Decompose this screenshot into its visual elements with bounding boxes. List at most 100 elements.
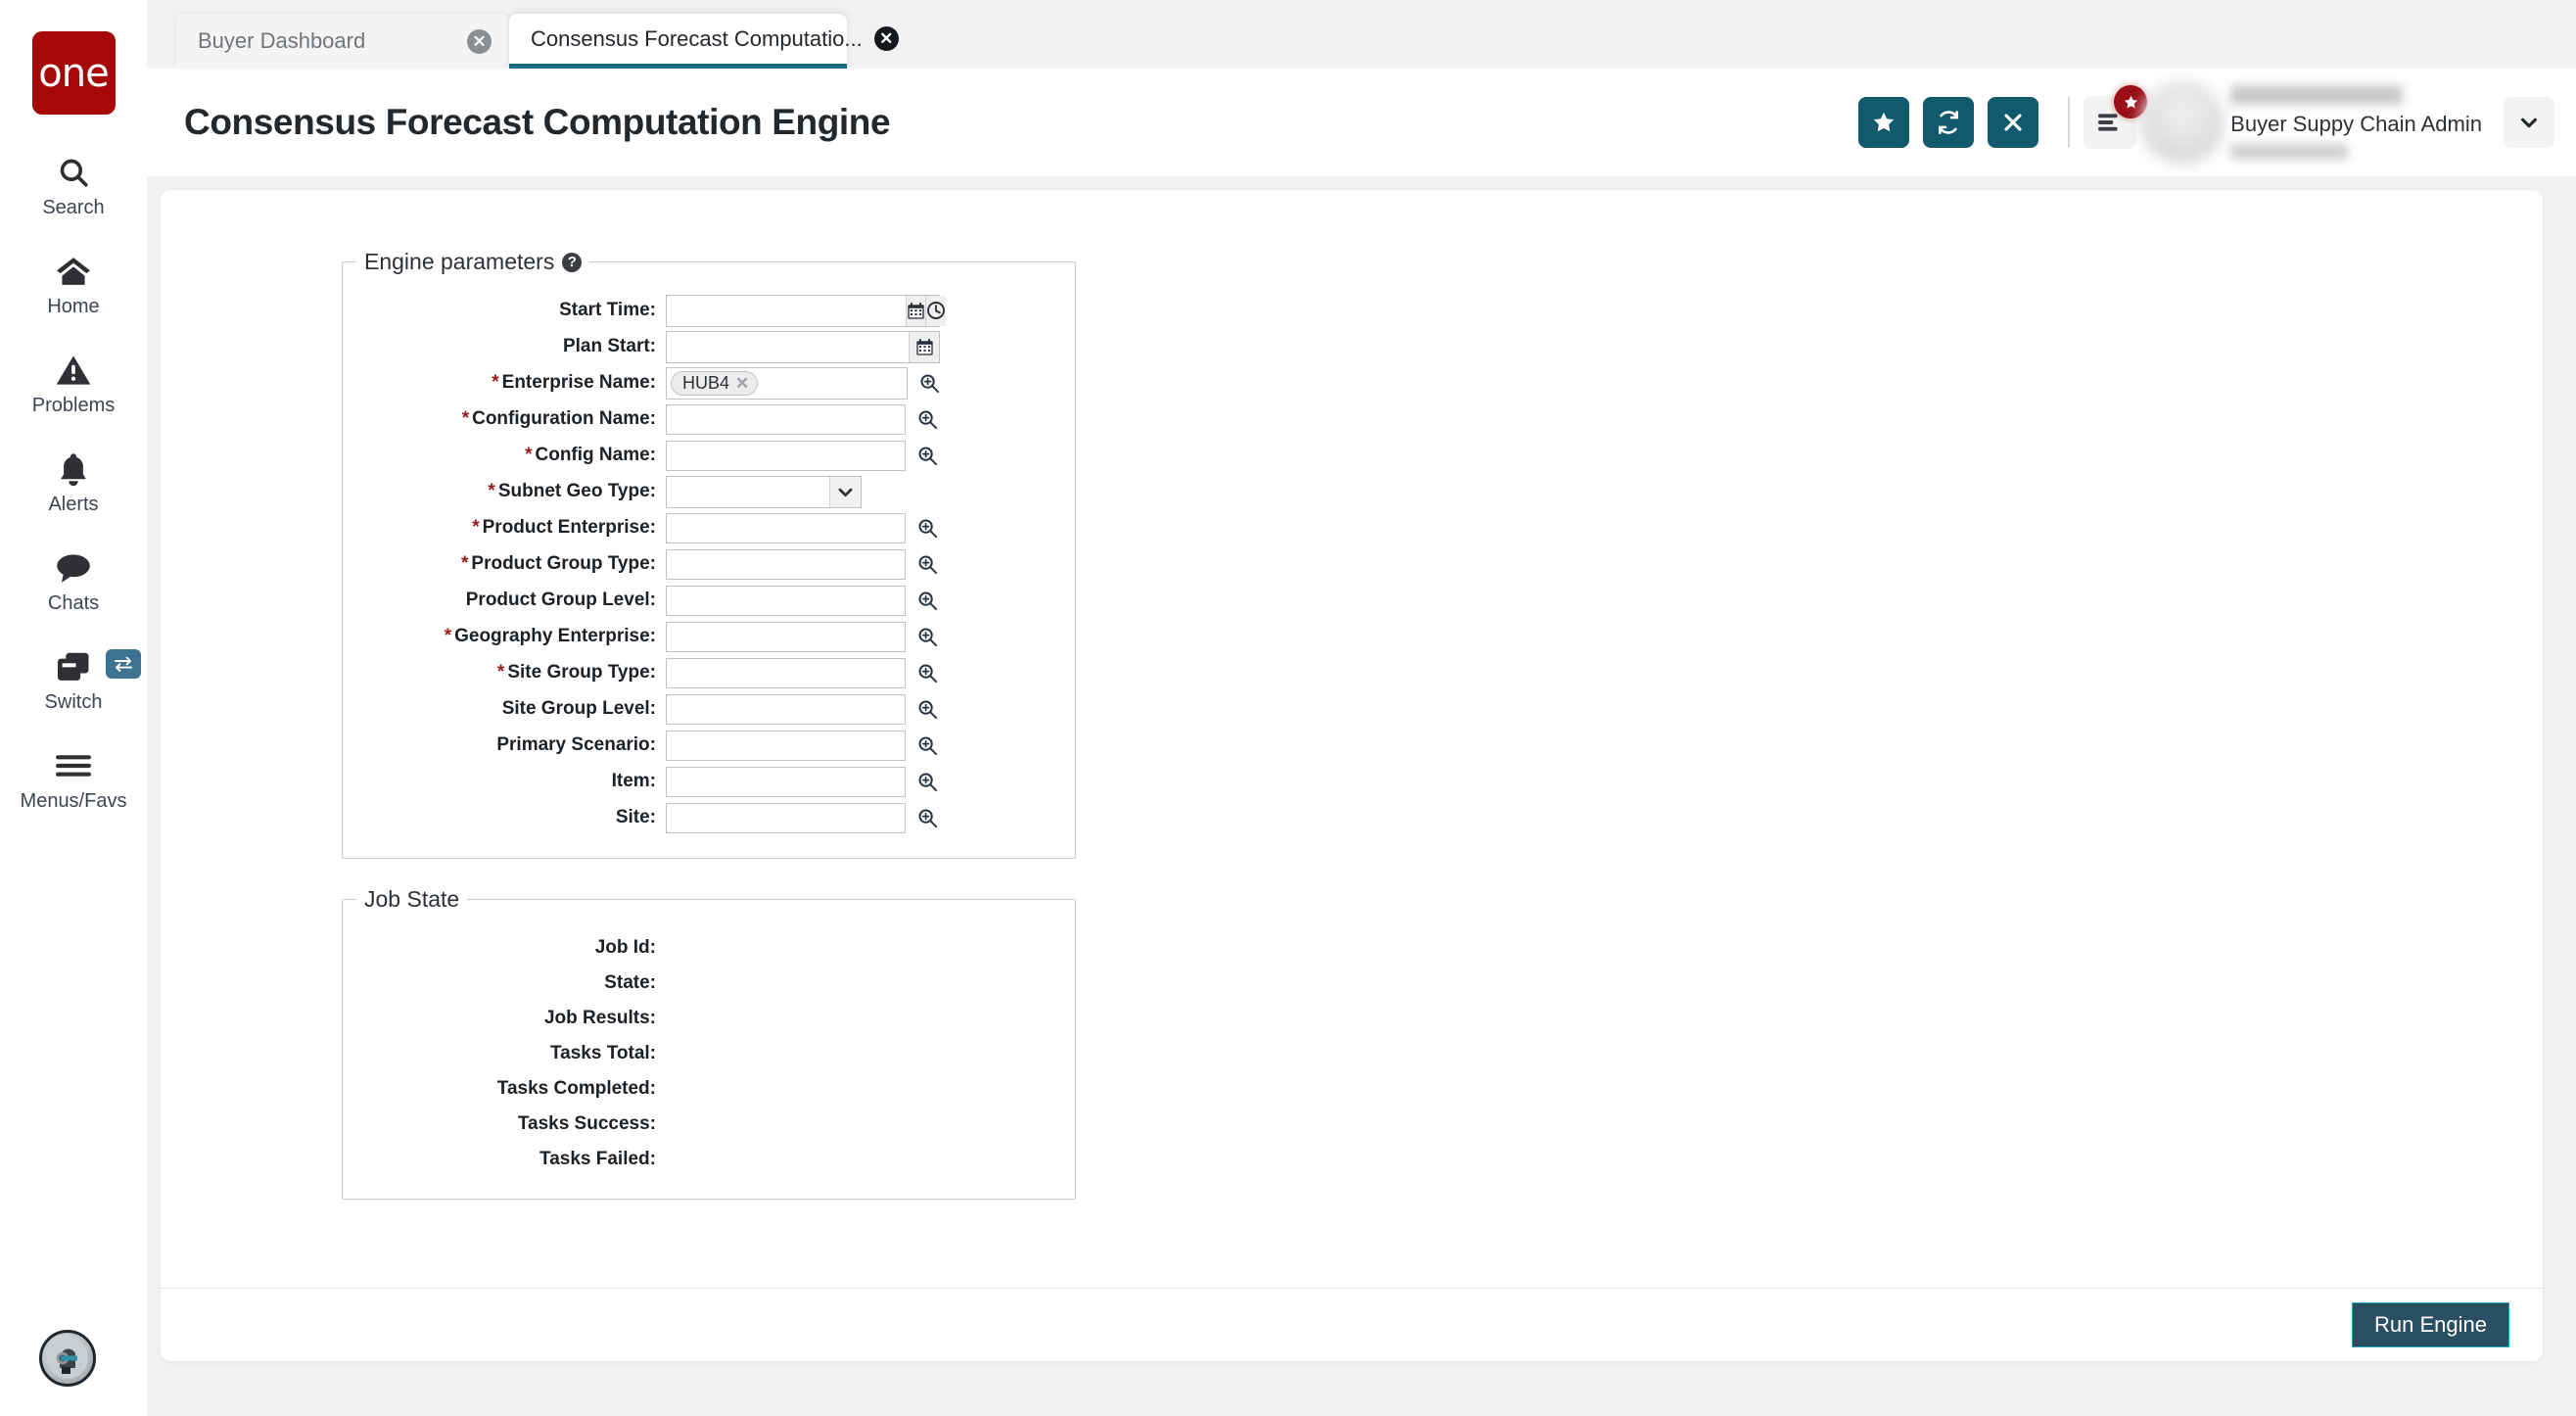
magnifier-plus-icon[interactable] xyxy=(917,627,938,647)
engine-parameters-fieldset: Engine parameters ? Start Time: Plan Sta… xyxy=(342,249,1076,859)
start-time-input-group[interactable] xyxy=(666,294,946,327)
calendar-icon[interactable] xyxy=(906,295,925,326)
field-label: Item: xyxy=(611,771,656,791)
field-row-site: Site: xyxy=(343,800,1075,835)
chevron-down-icon[interactable] xyxy=(829,476,861,507)
tab-label: Consensus Forecast Computatio... xyxy=(531,25,863,51)
field-row-site-group-type: * Site Group Type: xyxy=(343,655,1075,690)
clock-icon[interactable] xyxy=(925,295,946,326)
field-row-geography-enterprise: * Geography Enterprise: xyxy=(343,619,1075,654)
field-control xyxy=(666,294,946,327)
field-label-text: Product Enterprise: xyxy=(482,517,656,538)
chevron-down-icon[interactable] xyxy=(2504,97,2554,148)
chip-remove-x-icon[interactable]: ✕ xyxy=(735,375,749,392)
field-label: * Site Group Type: xyxy=(343,662,666,684)
field-control xyxy=(666,440,938,471)
job-state-row-tasks-failed: Tasks Failed: xyxy=(343,1142,1075,1176)
sidebar-item-label: Home xyxy=(47,296,100,317)
config-name-input[interactable] xyxy=(666,440,906,471)
job-state-value xyxy=(666,1009,725,1028)
card-footer: Run Engine xyxy=(161,1288,2543,1361)
sidebar-item-label: Problems xyxy=(31,395,116,416)
field-label: Site Group Level: xyxy=(501,698,656,719)
product-group-type-input[interactable] xyxy=(666,548,906,580)
job-state-label: Tasks Total: xyxy=(549,1042,656,1063)
product-enterprise-input[interactable] xyxy=(666,512,906,543)
magnifier-plus-icon[interactable] xyxy=(917,735,938,756)
configuration-name-input[interactable] xyxy=(666,403,906,435)
user-menu[interactable]: Buyer Suppy Chain Admin xyxy=(2140,69,2576,176)
job-state-value xyxy=(666,1150,725,1169)
required-asterisk: * xyxy=(461,553,469,574)
one-logo[interactable]: one xyxy=(31,31,116,115)
field-label-text: Configuration Name: xyxy=(472,408,656,429)
magnifier-plus-icon[interactable] xyxy=(917,409,938,430)
primary-scenario-input[interactable] xyxy=(666,730,906,761)
run-engine-button[interactable]: Run Engine xyxy=(2352,1302,2509,1347)
job-state-value xyxy=(666,1114,725,1134)
field-control: HUB4 ✕ xyxy=(666,366,940,400)
sidebar-item-search[interactable]: Search xyxy=(0,152,147,219)
field-control xyxy=(666,403,938,435)
help-circle-icon[interactable]: ? xyxy=(562,252,583,272)
close-circle-icon[interactable]: ✕ xyxy=(873,26,899,51)
field-label: * Product Group Type: xyxy=(343,553,666,575)
subnet-geo-type-select[interactable] xyxy=(666,475,862,508)
magnifier-plus-icon[interactable] xyxy=(917,699,938,720)
product-group-level-input[interactable] xyxy=(666,585,906,616)
swap-arrows-icon[interactable] xyxy=(106,649,141,679)
magnifier-plus-icon[interactable] xyxy=(917,772,938,792)
required-asterisk: * xyxy=(488,481,495,501)
magnifier-plus-icon[interactable] xyxy=(917,590,938,611)
tab-label: Buyer Dashboard xyxy=(198,28,366,53)
engine-parameters-legend-label: Engine parameters xyxy=(364,249,555,274)
job-state-value xyxy=(666,973,725,993)
item-input[interactable] xyxy=(666,766,906,797)
sidebar-item-menus-favs[interactable]: Menus/Favs xyxy=(0,745,147,813)
sidebar-item-alerts[interactable]: Alerts xyxy=(0,448,147,516)
required-asterisk: * xyxy=(525,445,533,465)
close-circle-icon[interactable]: ✕ xyxy=(467,28,492,54)
site-group-level-input[interactable] xyxy=(666,693,906,725)
refresh-button[interactable] xyxy=(1923,97,1975,148)
field-control xyxy=(666,693,938,725)
site-group-type-input[interactable] xyxy=(666,657,906,688)
sidebar-item-problems[interactable]: Problems xyxy=(0,350,147,417)
field-label: * Config Name: xyxy=(343,445,666,466)
field-label: * Geography Enterprise: xyxy=(343,626,666,647)
field-row-item: Item: xyxy=(343,764,1075,799)
sidebar-item-home[interactable]: Home xyxy=(0,251,147,318)
magnifier-plus-icon[interactable] xyxy=(917,554,938,575)
field-label-text: Site Group Type: xyxy=(507,662,656,683)
magnifier-plus-icon[interactable] xyxy=(917,518,938,539)
enterprise-chip[interactable]: HUB4 ✕ xyxy=(671,370,759,396)
favorite-button[interactable] xyxy=(1858,97,1910,148)
job-state-value xyxy=(666,938,725,958)
magnifier-plus-icon[interactable] xyxy=(917,808,938,828)
tab-buyer-dashboard[interactable]: Buyer Dashboard ✕ xyxy=(176,14,509,69)
field-label-text: Product Group Type: xyxy=(471,553,656,574)
calendar-icon[interactable] xyxy=(909,331,939,362)
list-menu-icon[interactable] xyxy=(2084,85,2148,149)
job-state-row-tasks-success: Tasks Success: xyxy=(343,1107,1075,1141)
robot-avatar-icon[interactable] xyxy=(39,1330,96,1387)
plan-start-input[interactable] xyxy=(667,331,909,362)
tab-consensus-forecast-computation-engine[interactable]: Consensus Forecast Computatio... ✕ xyxy=(509,14,899,69)
magnifier-plus-icon[interactable] xyxy=(917,663,938,684)
job-state-label: Job Results: xyxy=(543,1007,656,1028)
sidebar-item-switch[interactable]: Switch xyxy=(0,646,147,714)
close-button[interactable] xyxy=(1988,97,2039,148)
field-label: * Enterprise Name: xyxy=(343,372,666,394)
field-row-product-group-type: * Product Group Type: xyxy=(343,546,1075,582)
site-input[interactable] xyxy=(666,802,906,833)
sidebar-item-chats[interactable]: Chats xyxy=(0,547,147,615)
start-time-input[interactable] xyxy=(667,295,906,326)
job-state-row-job-results: Job Results: xyxy=(343,1001,1075,1035)
magnifier-plus-icon[interactable] xyxy=(917,446,938,466)
field-control xyxy=(666,802,938,833)
enterprise-name-input[interactable]: HUB4 ✕ xyxy=(666,366,908,400)
user-name-redacted xyxy=(2230,85,2404,105)
magnifier-plus-icon[interactable] xyxy=(919,373,940,394)
plan-start-input-group[interactable] xyxy=(666,330,940,363)
geography-enterprise-input[interactable] xyxy=(666,621,906,652)
